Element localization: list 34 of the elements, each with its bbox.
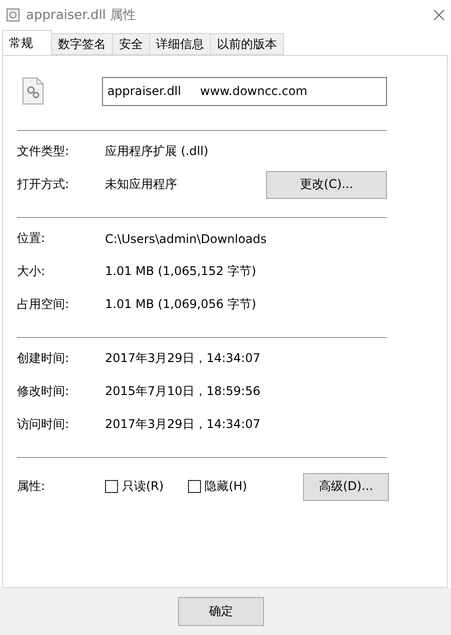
change-button[interactable]: 更改(C)...: [266, 170, 387, 198]
field-label: 占用空间:: [17, 296, 70, 313]
ok-button[interactable]: 确定: [178, 597, 264, 626]
gear-file-icon: [22, 77, 44, 105]
field-label: 位置:: [17, 230, 46, 247]
tab[interactable]: 数字签名: [51, 33, 113, 55]
checkbox-label: 隐藏(H): [204, 478, 248, 495]
tab[interactable]: 详细信息: [149, 33, 211, 55]
field-label: 修改时间:: [17, 383, 70, 400]
field-value: 1.01 MB (1,069,056 字节): [105, 296, 258, 313]
field-value: 2017年3月29日，14:34:07: [105, 350, 262, 367]
checkbox[interactable]: [105, 480, 118, 493]
file-name-field[interactable]: appraiser.dll www.downcc.com: [102, 76, 387, 106]
field-value: 应用程序扩展 (.dll): [105, 143, 210, 160]
field-value: 1.01 MB (1,065,152 字节): [105, 263, 258, 280]
field-label: 文件类型:: [17, 143, 70, 160]
field-label: 访问时间:: [17, 416, 70, 433]
field-label: 大小:: [17, 263, 46, 280]
checkbox-label: 只读(R): [122, 478, 164, 495]
advanced-button[interactable]: 高级(D)...: [303, 472, 389, 500]
field-value: 2015年7月10日，18:59:56: [105, 383, 262, 400]
window-title: appraiser.dll 属性: [26, 7, 138, 24]
tab[interactable]: 以前的版本: [210, 33, 284, 55]
field-value: C:\Users\admin\Downloads: [105, 232, 268, 246]
file-icon: [6, 8, 20, 22]
checkbox[interactable]: [188, 480, 201, 493]
tab[interactable]: 常规: [2, 30, 52, 55]
close-icon[interactable]: [433, 9, 445, 21]
field-value: 未知应用程序: [105, 176, 178, 193]
field-label: 创建时间:: [17, 350, 70, 367]
tab[interactable]: 安全: [112, 33, 150, 55]
field-label: 打开方式:: [17, 176, 70, 193]
field-value: 2017年3月29日，14:34:07: [105, 416, 262, 433]
field-label: 属性:: [17, 478, 46, 495]
